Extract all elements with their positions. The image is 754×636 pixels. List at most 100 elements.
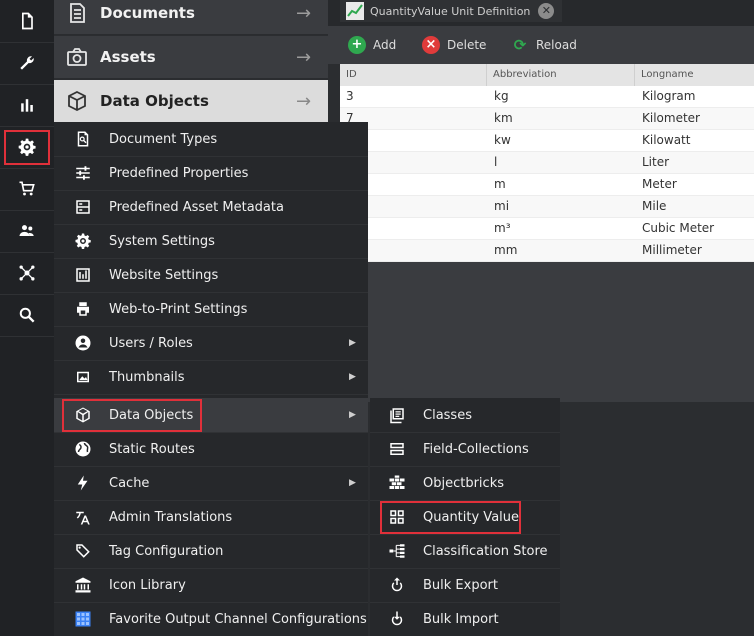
menu-item-icon-library[interactable]: Icon Library: [54, 568, 368, 603]
cell-abbreviation: m: [494, 177, 506, 191]
menu-item-admin-translations[interactable]: Admin Translations: [54, 500, 368, 535]
image-list-icon: [73, 197, 93, 217]
submenu-item-bulk-import[interactable]: Bulk Import: [370, 602, 560, 636]
table-row[interactable]: 3 kg Kilogram: [340, 86, 754, 108]
submenu-label: Bulk Import: [423, 611, 499, 627]
hierarchy-icon: [386, 541, 408, 561]
menu-item-cache[interactable]: Cache ▶: [54, 466, 368, 501]
menu-item-users-roles[interactable]: Users / Roles ▶: [54, 326, 368, 361]
equalizer-icon: [73, 265, 93, 285]
submenu-label: Classes: [423, 407, 472, 423]
globe-icon: [73, 439, 93, 459]
users-icon[interactable]: [0, 210, 54, 253]
classes-icon: [386, 405, 408, 425]
close-icon[interactable]: ✕: [538, 3, 555, 19]
submenu-item-classification-store[interactable]: Classification Store: [370, 534, 560, 569]
menu-item-document-types[interactable]: Document Types: [54, 122, 368, 157]
submenu-item-objectbricks[interactable]: Objectbricks: [370, 466, 560, 501]
bolt-icon: [73, 473, 93, 493]
reload-label: Reload: [536, 38, 577, 52]
submenu-label: Quantity Value: [423, 509, 520, 525]
menu-item-website-settings[interactable]: Website Settings: [54, 258, 368, 293]
table-row[interactable]: l Liter: [340, 152, 754, 174]
tag-icon: [73, 541, 93, 561]
nav-assets-label: Assets: [100, 48, 156, 66]
arrow-right-icon: →: [296, 90, 312, 112]
submenu-item-quantity-value[interactable]: Quantity Value: [370, 500, 560, 535]
chart-line-icon: [346, 2, 364, 20]
search-icon[interactable]: [0, 294, 54, 337]
menu-label: Cache: [109, 475, 150, 491]
table-row[interactable]: 7 km Kilometer: [340, 108, 754, 130]
wrench-icon[interactable]: [0, 42, 54, 85]
table-row[interactable]: kw Kilowatt: [340, 130, 754, 152]
network-icon[interactable]: [0, 252, 54, 295]
menu-item-predefined-asset-metadata[interactable]: Predefined Asset Metadata: [54, 190, 368, 225]
grid-empty-area: [340, 262, 754, 402]
delete-button[interactable]: × Delete: [422, 34, 486, 56]
cell-abbreviation: l: [494, 155, 498, 169]
cell-abbreviation: m³: [494, 221, 511, 235]
menu-label: Website Settings: [109, 267, 219, 283]
cart-icon[interactable]: [0, 168, 54, 211]
submenu-label: Bulk Export: [423, 577, 498, 593]
menu-item-tag-configuration[interactable]: Tag Configuration: [54, 534, 368, 569]
document-icon[interactable]: [0, 0, 54, 43]
x-circle-icon: ×: [422, 36, 440, 54]
menu-label: Web-to-Print Settings: [109, 301, 248, 317]
gear-icon[interactable]: [0, 126, 54, 169]
menu-item-static-routes[interactable]: Static Routes: [54, 432, 368, 467]
document-search-icon: [73, 129, 93, 149]
translate-icon: [73, 507, 93, 527]
menu-item-predefined-properties[interactable]: Predefined Properties: [54, 156, 368, 191]
camera-icon: [64, 44, 90, 70]
bricks-icon: [386, 473, 408, 493]
cell-longname: Liter: [642, 155, 670, 169]
tab-quantityvalue[interactable]: QuantityValue Unit Definition ✕: [340, 0, 563, 22]
nav-data-objects[interactable]: Data Objects →: [54, 80, 328, 123]
tab-title: QuantityValue Unit Definition: [370, 4, 531, 18]
printer-icon: [73, 299, 93, 319]
icon-rail: [0, 0, 54, 636]
submenu-item-field-collections[interactable]: Field-Collections: [370, 432, 560, 467]
column-header-abbreviation[interactable]: Abbreviation: [486, 64, 557, 86]
cell-longname: Mile: [642, 199, 667, 213]
chart-icon[interactable]: [0, 84, 54, 127]
menu-label: Thumbnails: [109, 369, 185, 385]
gear-icon: [73, 231, 93, 251]
reload-button[interactable]: ⟳ Reload: [511, 34, 577, 56]
table-row[interactable]: m Meter: [340, 174, 754, 196]
cell-abbreviation: km: [494, 111, 513, 125]
menu-label: Favorite Output Channel Configurations: [109, 611, 367, 627]
grid-header: ID Abbreviation Longname: [340, 64, 754, 87]
cell-longname: Kilometer: [642, 111, 700, 125]
menu-item-data-objects[interactable]: Data Objects ▶: [54, 398, 368, 433]
column-header-id[interactable]: ID: [340, 64, 357, 86]
cell-abbreviation: kg: [494, 89, 509, 103]
menu-item-favorite-output-channel-configurations[interactable]: Favorite Output Channel Configurations: [54, 602, 368, 636]
cell-id: 3: [346, 89, 354, 103]
cell-longname: Cubic Meter: [642, 221, 715, 235]
table-row[interactable]: mm Millimeter: [340, 240, 754, 262]
cell-abbreviation: mi: [494, 199, 510, 213]
field-collections-icon: [386, 439, 408, 459]
submenu-item-bulk-export[interactable]: Bulk Export: [370, 568, 560, 603]
menu-item-web-to-print-settings[interactable]: Web-to-Print Settings: [54, 292, 368, 327]
image-icon: [73, 367, 93, 387]
table-row[interactable]: mi Mile: [340, 196, 754, 218]
plus-icon: +: [348, 36, 366, 54]
menu-item-system-settings[interactable]: System Settings: [54, 224, 368, 259]
nav-assets[interactable]: Assets →: [54, 36, 328, 79]
menu-label: Static Routes: [109, 441, 195, 457]
menu-label: Predefined Asset Metadata: [109, 199, 284, 215]
cell-longname: Millimeter: [642, 243, 702, 257]
submenu-label: Field-Collections: [423, 441, 529, 457]
user-circle-icon: [73, 333, 93, 353]
table-row[interactable]: m³ Cubic Meter: [340, 218, 754, 240]
submenu-item-classes[interactable]: Classes: [370, 398, 560, 433]
menu-item-thumbnails[interactable]: Thumbnails ▶: [54, 360, 368, 395]
add-button[interactable]: + Add: [348, 34, 396, 56]
submenu-arrow-icon: ▶: [349, 338, 356, 348]
column-header-longname[interactable]: Longname: [634, 64, 694, 86]
nav-documents[interactable]: Documents →: [54, 0, 328, 35]
